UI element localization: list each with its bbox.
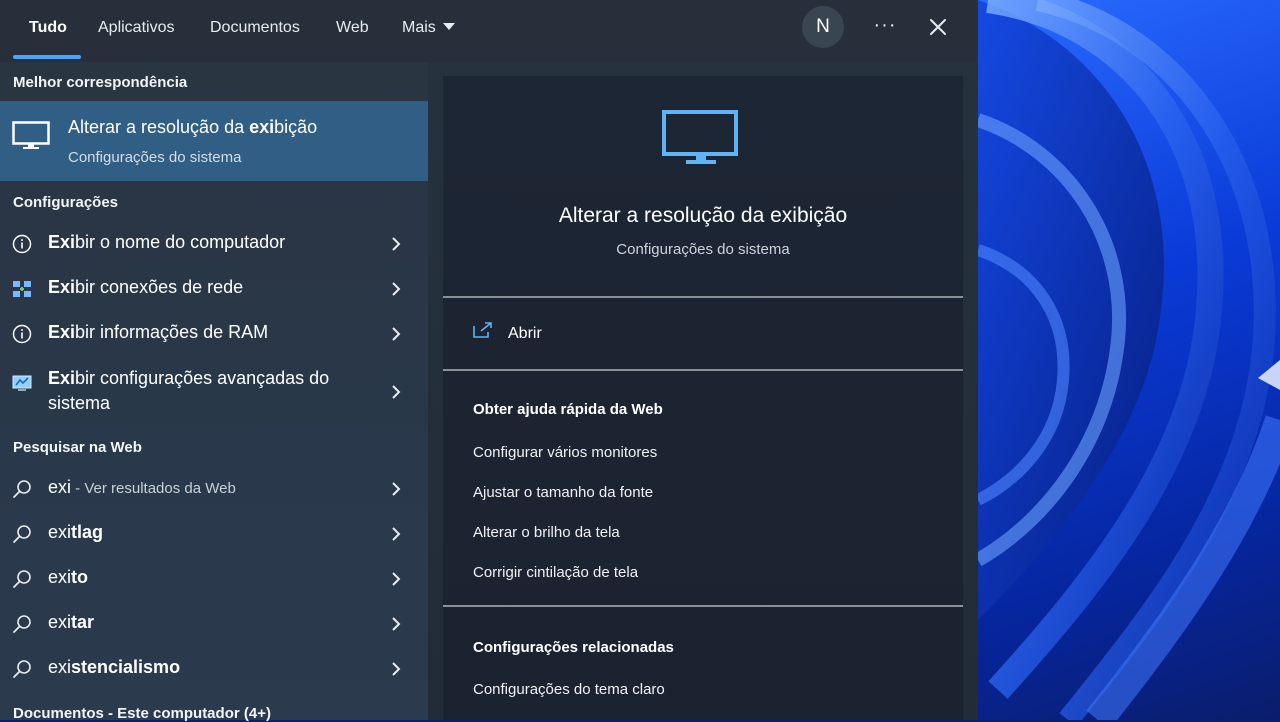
best-match-item[interactable]: Alterar a resolução da exibição Configur… (0, 101, 428, 181)
web-search-label: exitar (48, 612, 94, 633)
help-heading: Obter ajuda rápida da Web (473, 401, 663, 418)
search-tabs-bar: Tudo Aplicativos Documentos Web Mais N ·… (0, 0, 978, 62)
settings-item[interactable]: Exibir configurações avançadas do sistem… (0, 362, 428, 422)
web-search-item[interactable]: exitlag (0, 512, 428, 556)
active-tab-indicator (13, 55, 81, 59)
settings-item[interactable]: Exibir conexões de rede (0, 267, 428, 311)
query-text: exi (48, 612, 72, 632)
settings-item-label: Exibir configurações avançadas do sistem… (48, 366, 368, 416)
label-rest: bir o nome do computador (75, 232, 286, 252)
close-icon (930, 19, 946, 35)
detail-title: Alterar a resolução da exibição (558, 204, 848, 227)
web-search-label: exitlag (48, 522, 103, 543)
settings-item-label: Exibir informações de RAM (48, 322, 268, 343)
query-text: exi (48, 567, 72, 587)
tab-aplicativos[interactable]: Aplicativos (98, 0, 174, 56)
results-list: Melhor correspondência Alterar a resoluç… (0, 62, 428, 722)
label-rest: bir conexões de rede (75, 277, 244, 297)
tab-documentos[interactable]: Documentos (210, 0, 300, 56)
divider (443, 369, 963, 371)
tab-tudo[interactable]: Tudo (29, 0, 67, 56)
chevron-right-icon (392, 282, 401, 296)
suggestion-bold: tar (71, 612, 95, 632)
chevron-right-icon (392, 617, 401, 631)
web-search-label: exito (48, 567, 88, 588)
search-icon (13, 480, 31, 498)
open-external-icon (473, 322, 492, 338)
chevron-right-icon (392, 237, 401, 251)
search-panel: Tudo Aplicativos Documentos Web Mais N ·… (0, 0, 978, 722)
chevron-down-icon (442, 23, 455, 30)
settings-item-label: Exibir o nome do computador (48, 232, 285, 253)
suggestion-bold: stencialismo (71, 657, 181, 677)
tab-web[interactable]: Web (336, 0, 369, 56)
monitor-icon (12, 121, 50, 149)
help-link[interactable]: Configurar vários monitores (473, 444, 657, 461)
web-results-hint: - Ver resultados da Web (71, 480, 236, 497)
search-icon (13, 615, 31, 633)
chevron-right-icon (392, 327, 401, 341)
settings-item-label: Exibir conexões de rede (48, 277, 243, 298)
query-text: exi (48, 477, 72, 497)
query-text: exi (48, 657, 72, 677)
detail-subtitle: Configurações do sistema (616, 241, 790, 258)
avatar[interactable]: N (802, 6, 844, 48)
computer-icon (12, 375, 32, 391)
divider (443, 605, 963, 607)
help-link[interactable]: Alterar o brilho da tela (473, 524, 620, 541)
query-text: exi (48, 522, 72, 542)
chevron-right-icon (392, 527, 401, 541)
web-search-item[interactable]: existencialismo (0, 647, 428, 691)
search-icon (13, 660, 31, 678)
related-link[interactable]: Configurações do tema claro (473, 681, 665, 698)
web-search-item[interactable]: exitar (0, 602, 428, 646)
tab-mais[interactable]: Mais (402, 0, 455, 56)
network-icon (13, 281, 31, 297)
open-label: Abrir (508, 325, 542, 342)
more-options-button[interactable]: ··· (866, 10, 904, 44)
divider (443, 296, 963, 298)
chevron-right-icon (392, 662, 401, 676)
search-icon (13, 570, 31, 588)
help-link[interactable]: Ajustar o tamanho da fonte (473, 484, 653, 501)
chevron-right-icon (392, 482, 401, 496)
label-rest: bir configurações avançadas do sistema (48, 368, 330, 413)
label-rest: bir informações de RAM (75, 322, 269, 342)
settings-item[interactable]: Exibir o nome do computador (0, 222, 428, 266)
close-button[interactable] (920, 9, 956, 45)
section-heading-documents[interactable]: Documentos - Este computador (4+) (13, 705, 271, 722)
web-search-label: exi - Ver resultados da Web (48, 477, 236, 498)
section-heading-best-match: Melhor correspondência (13, 74, 188, 91)
monitor-icon (662, 110, 738, 164)
suggestion-bold: tlag (71, 522, 104, 542)
best-match-title-pre: Alterar a resolução da (68, 117, 250, 137)
settings-item[interactable]: Exibir informações de RAM (0, 312, 428, 356)
web-search-item[interactable]: exito (0, 557, 428, 601)
info-icon (12, 234, 32, 254)
section-heading-web: Pesquisar na Web (13, 439, 142, 456)
search-icon (13, 525, 31, 543)
related-heading: Configurações relacionadas (473, 639, 674, 656)
help-link[interactable]: Corrigir cintilação de tela (473, 564, 638, 581)
detail-pane: Alterar a resolução da exibição Configur… (443, 76, 963, 720)
match-highlight: Exi (48, 232, 76, 252)
match-highlight: Exi (48, 368, 76, 388)
info-icon (12, 324, 32, 344)
best-match-title-post: bição (274, 117, 318, 137)
section-heading-settings: Configurações (13, 194, 119, 211)
best-match-title-bold: exi (249, 117, 275, 137)
suggestion-bold: to (71, 567, 89, 587)
best-match-subtitle: Configurações do sistema (68, 149, 242, 166)
match-highlight: Exi (48, 322, 76, 342)
desktop-wallpaper (978, 0, 1280, 720)
match-highlight: Exi (48, 277, 76, 297)
web-search-item[interactable]: exi - Ver resultados da Web (0, 467, 428, 511)
best-match-title: Alterar a resolução da exibição (68, 117, 317, 138)
chevron-right-icon (392, 385, 401, 399)
open-action[interactable]: Abrir (443, 301, 963, 367)
web-search-label: existencialismo (48, 657, 180, 678)
tab-mais-label: Mais (402, 19, 436, 36)
chevron-right-icon (392, 572, 401, 586)
